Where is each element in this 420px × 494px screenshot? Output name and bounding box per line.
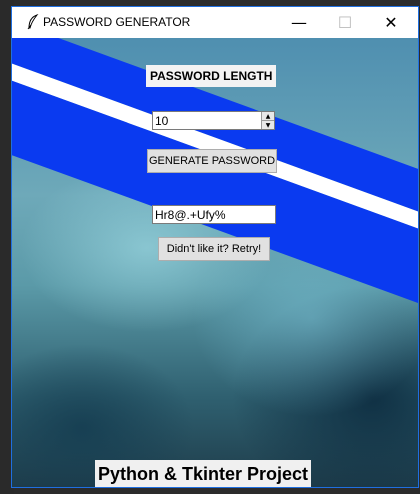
minimize-icon: —: [291, 13, 307, 32]
password-output-field[interactable]: [152, 205, 276, 224]
window-content: PASSWORD LENGTH ▲ ▼ GENERATE PASSWORD Di…: [12, 38, 418, 487]
retry-button[interactable]: Didn't like it? Retry!: [158, 237, 270, 261]
length-spinbox[interactable]: ▲ ▼: [152, 111, 275, 130]
window-title: PASSWORD GENERATOR: [43, 15, 191, 29]
minimize-button[interactable]: —: [276, 7, 322, 38]
close-icon: ✕: [384, 13, 398, 32]
triangle-down-icon[interactable]: ▼: [261, 121, 274, 129]
password-length-label: PASSWORD LENGTH: [146, 65, 277, 87]
app-window: PASSWORD GENERATOR — ☐ ✕ PASSWORD LENGTH…: [11, 6, 419, 488]
close-button[interactable]: ✕: [368, 7, 414, 38]
length-input[interactable]: [155, 113, 255, 129]
maximize-button[interactable]: ☐: [322, 7, 368, 38]
generate-password-button[interactable]: GENERATE PASSWORD: [147, 149, 277, 173]
project-caption: Python & Tkinter Project: [95, 460, 312, 487]
triangle-up-icon[interactable]: ▲: [261, 112, 274, 121]
feather-icon: [27, 14, 39, 30]
maximize-icon: ☐: [337, 13, 353, 32]
title-bar[interactable]: PASSWORD GENERATOR — ☐ ✕: [12, 7, 418, 38]
